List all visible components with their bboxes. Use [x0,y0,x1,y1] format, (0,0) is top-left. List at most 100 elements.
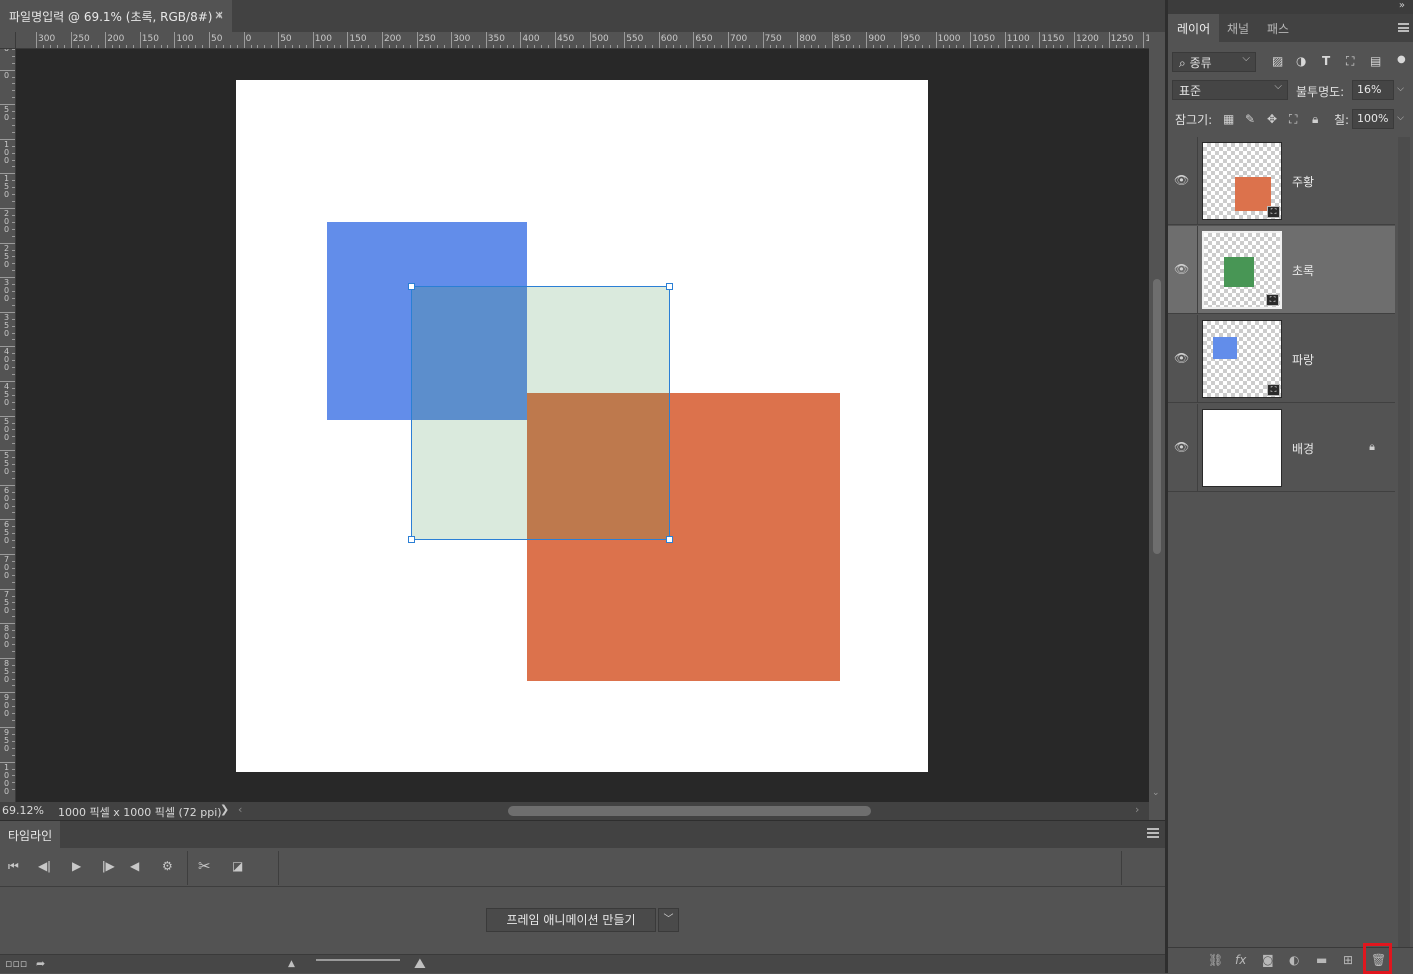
smart-object-filter-icon[interactable]: ▤ [1370,54,1381,68]
tab-channels[interactable]: 채널 [1218,14,1258,42]
lock-icon[interactable]: 🔒︎ [1369,440,1375,454]
timeline-zoom-slider[interactable] [316,959,400,961]
shape-filter-icon[interactable]: ⛶ [1346,54,1354,69]
ruler-minor-tick [12,678,15,680]
eye-icon[interactable]: 👁︎ [1174,173,1189,187]
fill-field[interactable]: 100% [1352,109,1394,129]
scroll-left-icon[interactable]: ‹ [238,803,242,816]
zoom-in-icon[interactable]: ⛰ [414,956,426,972]
transition-icon[interactable]: ◪ [232,859,243,873]
link-layers-icon[interactable]: ⛓ [1208,953,1223,967]
selection-bounding-box[interactable] [408,283,673,543]
layer-name[interactable]: 배경 [1292,440,1314,457]
ruler-tick [312,32,314,48]
lock-image-pixels-icon[interactable]: ✎ [1245,112,1255,126]
collapse-panels-icon[interactable]: » [1399,0,1405,11]
ruler-minor-tick [644,45,646,48]
first-frame-icon[interactable]: ⏮ [8,859,19,874]
layer-thumbnail[interactable]: ⛶ [1202,231,1282,309]
canvas-vertical-scrollbar[interactable]: ⌄ [1149,49,1165,802]
layers-panel-menu-icon[interactable] [1398,23,1409,32]
layer-row-blue[interactable]: 👁︎ ⛶ 파랑 [1168,315,1395,403]
timeline-menu-icon[interactable] [1147,828,1159,838]
ruler-minor-tick [603,45,605,48]
scroll-right-icon[interactable]: › [1135,803,1139,816]
layers-scrollbar[interactable] [1398,137,1410,947]
new-adjustment-layer-icon[interactable]: ◐ [1289,953,1299,967]
add-mask-icon[interactable]: ◙ [1262,953,1274,967]
layer-thumbnail[interactable] [1202,409,1282,487]
ruler-minor-tick [12,394,15,396]
layer-style-fx-icon[interactable]: fx [1235,953,1246,967]
layer-thumbnail[interactable]: ⛶ [1202,142,1282,220]
transform-handle-top-right[interactable] [666,283,673,290]
horizontal-ruler[interactable]: 300 250 200 150 100 50 0 50 100 150 200 250 300 350 40… [16,32,1149,49]
document-tab[interactable]: 파일명입력 @ 69.1% (초록, RGB/8#) * × [0,0,232,32]
layer-name[interactable]: 초록 [1292,262,1314,279]
transform-handle-bottom-right[interactable] [666,536,673,543]
lock-artboard-icon[interactable]: ⛶ [1289,112,1297,127]
next-frame-icon[interactable]: ǀ▶ [102,859,115,873]
eye-icon[interactable]: 👁︎ [1174,262,1189,276]
ruler-minor-tick [12,609,15,611]
settings-gear-icon[interactable]: ⚙ [162,859,173,873]
layer-row-orange[interactable]: 👁︎ ⛶ 주황 [1168,137,1395,225]
layer-filter-kind-select[interactable]: ⌕ 종류 ⌵ [1172,52,1256,72]
ruler-minor-tick [12,671,15,673]
eye-icon[interactable]: 👁︎ [1174,440,1189,454]
eye-icon[interactable]: 👁︎ [1174,351,1189,365]
adjustment-filter-icon[interactable]: ◑ [1296,54,1306,68]
ruler-minor-tick [568,45,570,48]
status-menu-arrow[interactable]: ❯ [220,803,229,816]
type-filter-icon[interactable]: T [1322,54,1330,68]
close-document-icon[interactable]: × [214,8,224,22]
convert-frames-icon[interactable]: ▫▫▫ [5,957,27,970]
tab-layers[interactable]: 레이어 [1168,14,1220,42]
zoom-out-icon[interactable]: ▲ [288,959,295,969]
ruler-minor-tick [1046,45,1048,48]
split-scissors-icon[interactable]: ✂ [198,857,211,875]
lock-position-icon[interactable]: ✥ [1267,112,1277,126]
horizontal-scroll-thumb[interactable] [508,806,871,816]
fill-dropdown-icon[interactable]: ⌵ [1394,109,1407,129]
lock-all-icon[interactable]: 🔒︎ [1312,112,1318,127]
layer-thumbnail[interactable]: ⛶ [1202,320,1282,398]
audio-icon[interactable]: ◀ [130,859,139,873]
opacity-field[interactable]: 16% [1352,80,1394,100]
lock-transparent-pixels-icon[interactable]: ▦ [1223,112,1234,126]
layer-name[interactable]: 주황 [1292,173,1314,190]
ruler-minor-tick [326,45,328,48]
status-bar: 69.12% 1000 픽셀 x 1000 픽셀 (72 ppi) ❯ ‹ › [0,802,1149,820]
canvas-workspace[interactable] [16,49,1149,802]
blend-mode-value: 표준 [1179,84,1202,98]
ruler-minor-tick [921,45,923,48]
document-canvas[interactable] [236,80,928,772]
previous-frame-icon[interactable]: ◀ǀ [38,859,51,873]
zoom-level[interactable]: 69.12% [2,804,44,817]
transform-handle-bottom-left[interactable] [408,536,415,543]
layer-row-green[interactable]: 👁︎ ⛶ 초록 [1168,226,1395,314]
ruler-minor-tick [91,45,93,48]
ruler-minor-tick [319,45,321,48]
ruler-origin[interactable] [0,32,16,49]
create-frame-animation-button[interactable]: 프레임 애니메이션 만들기 [486,908,656,932]
layer-name[interactable]: 파랑 [1292,351,1314,368]
new-group-folder-icon[interactable]: ▬ [1316,953,1327,967]
vertical-ruler[interactable]: 5005010015020025030035040045050055060065… [0,49,16,802]
timeline-mode-dropdown[interactable]: ﹀ [658,908,679,932]
ruler-minor-tick [665,45,667,48]
opacity-dropdown-icon[interactable]: ⌵ [1394,80,1407,100]
ruler-label: 150 [349,34,367,44]
render-share-icon[interactable]: ➦ [36,957,45,970]
pixel-filter-icon[interactable]: ▨ [1272,54,1283,68]
tab-paths[interactable]: 패스 [1258,14,1298,42]
vertical-scroll-thumb[interactable] [1153,279,1161,554]
transform-handle-top-left[interactable] [408,283,415,290]
new-layer-icon[interactable]: ⊞ [1343,953,1353,967]
filter-toggle-icon[interactable]: ● [1397,54,1406,65]
layer-row-background[interactable]: 👁︎ 배경 🔒︎ [1168,404,1395,492]
timeline-tab[interactable]: 타임라인 [0,821,61,849]
scroll-down-icon[interactable]: ⌄ [1152,788,1160,798]
play-icon[interactable]: ▶ [72,859,81,873]
blend-mode-select[interactable]: 표준 ⌵ [1172,80,1288,100]
